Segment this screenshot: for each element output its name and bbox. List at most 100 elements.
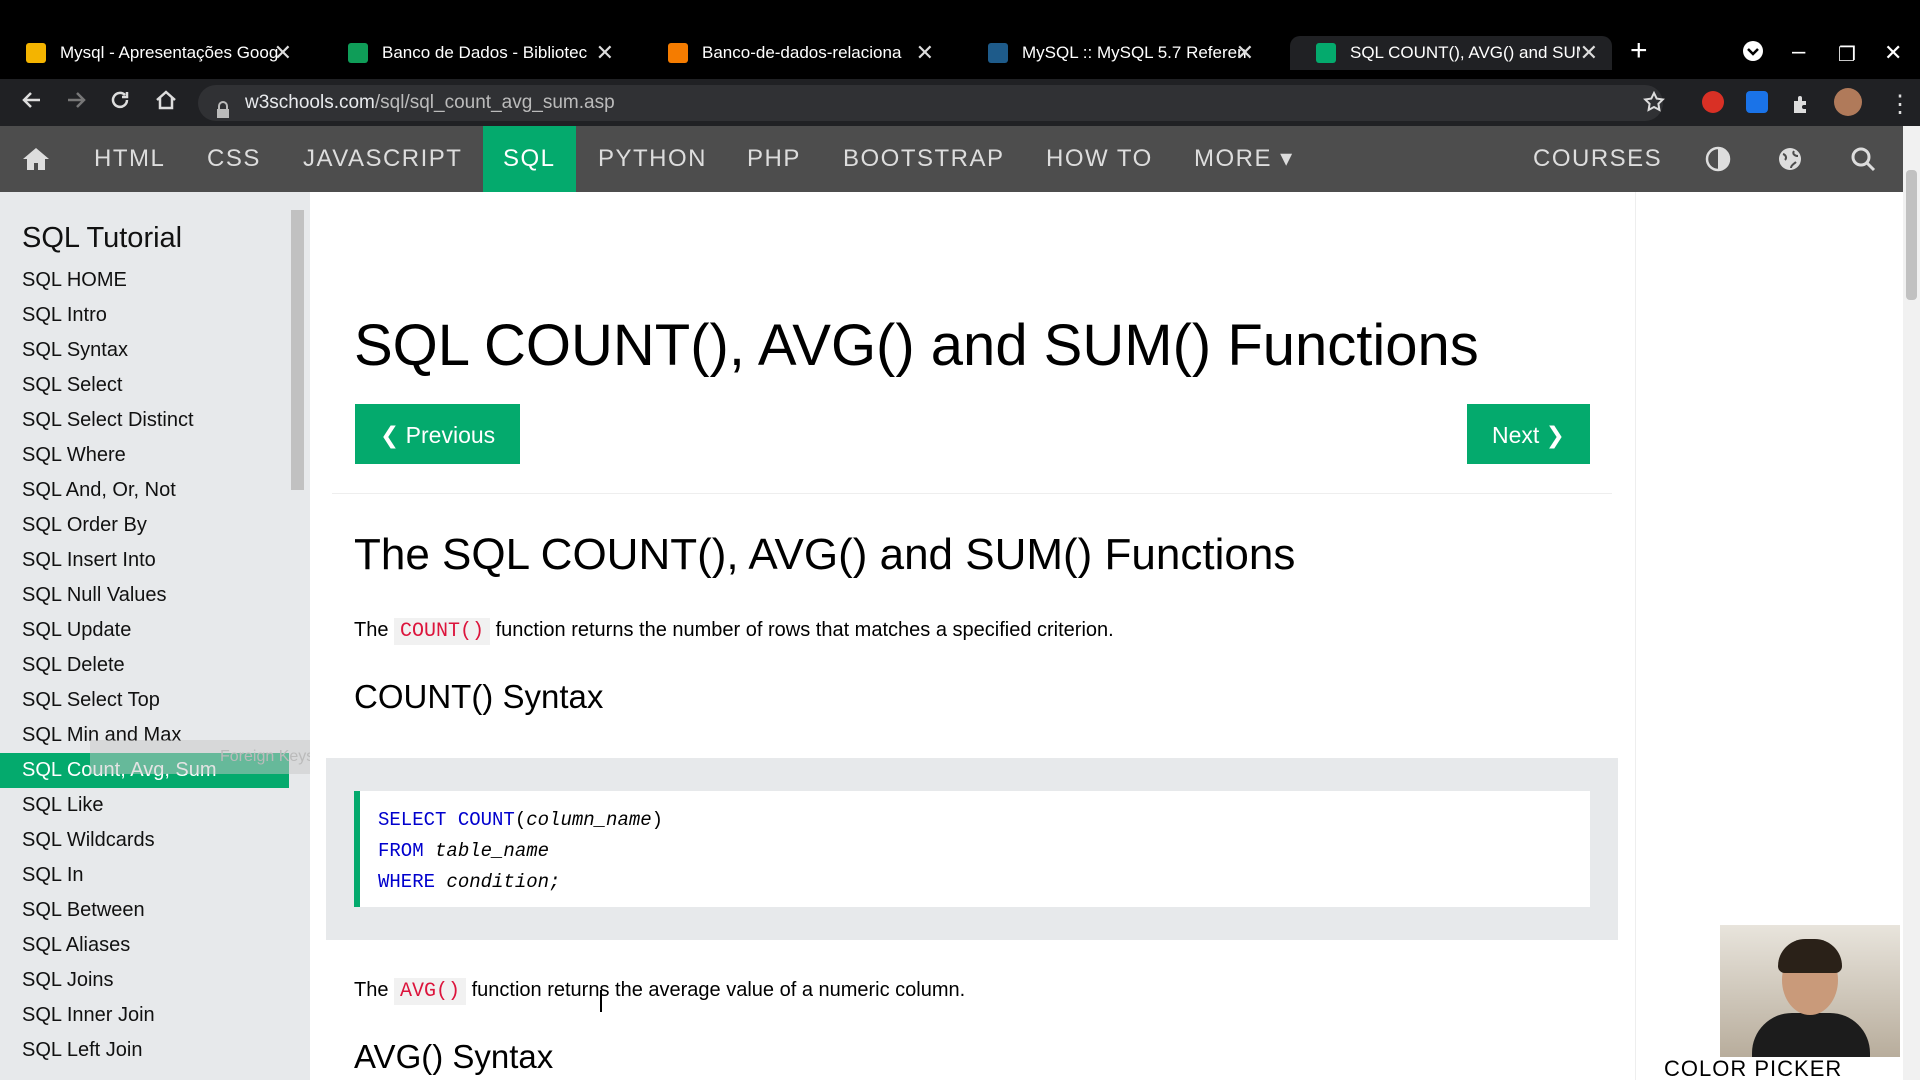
home-icon[interactable] [22, 126, 50, 192]
google-slides-icon [26, 43, 46, 63]
sidebar-item[interactable]: SQL And, Or, Not [0, 473, 289, 508]
restore-icon[interactable]: ❐ [1838, 42, 1856, 67]
sidebar-item[interactable]: SQL Select [0, 368, 289, 403]
home-icon[interactable] [154, 88, 178, 119]
sidebar-item[interactable]: SQL Like [0, 788, 289, 823]
sidebar-item[interactable]: SQL Select Top [0, 683, 289, 718]
sidebar-item[interactable]: SQL Update [0, 613, 289, 648]
sidebar-item[interactable]: SQL In [0, 858, 289, 893]
webcam-overlay [1720, 925, 1900, 1057]
count-fn-code: COUNT() [394, 618, 491, 645]
code-keyword: SELECT COUNT [378, 809, 515, 831]
dark-mode-icon[interactable] [1705, 126, 1731, 192]
bookmark-star-icon[interactable] [1642, 90, 1666, 121]
text-cursor-icon [600, 990, 602, 1012]
avg-fn-code: AVG() [394, 978, 467, 1005]
avg-desc-pre: The [354, 979, 389, 1001]
tab-title: Mysql - Apresentações Goog [60, 43, 279, 62]
browser-tab-slides[interactable]: Mysql - Apresentações Goog ✕ [0, 36, 306, 70]
sidebar-item[interactable]: SQL HOME [0, 263, 289, 298]
avg-desc-post: function returns the average value of a … [471, 979, 966, 1001]
browser-tab-sheets[interactable]: Banco de Dados - Bibliotec ✕ [322, 36, 628, 70]
tab-title: SQL COUNT(), AVG() and SUM [1350, 43, 1580, 62]
google-sheets-icon [348, 43, 368, 63]
sidebar-item[interactable]: SQL Joins [0, 963, 289, 998]
nav-javascript[interactable]: JAVASCRIPT [283, 126, 482, 192]
nav-php[interactable]: PHP [727, 126, 821, 192]
forward-icon[interactable] [64, 88, 88, 119]
code-keyword: FROM [378, 840, 424, 862]
extension-adblock-icon[interactable] [1702, 91, 1724, 113]
sidebar-item[interactable]: SQL Intro [0, 298, 289, 333]
extension-icon[interactable] [1746, 91, 1768, 113]
profile-avatar[interactable] [1834, 88, 1862, 116]
count-syntax-heading: COUNT() Syntax [354, 678, 604, 715]
close-tab-icon[interactable]: ✕ [596, 40, 614, 66]
avg-description: The AVG() function returns the average v… [354, 978, 966, 1005]
nav-html[interactable]: HTML [74, 126, 185, 192]
close-tab-icon[interactable]: ✕ [1236, 40, 1254, 66]
next-button[interactable]: Next ❯ [1467, 404, 1590, 464]
url-path: /sql/sql_count_avg_sum.asp [374, 92, 615, 113]
tab-title: Banco de Dados - Bibliotec [382, 43, 588, 62]
url-text[interactable]: w3schools.com/sql/sql_count_avg_sum.asp [245, 92, 615, 114]
sidebar-item[interactable]: SQL Between [0, 893, 289, 928]
minimize-icon[interactable]: – [1792, 38, 1805, 66]
count-description: The COUNT() function returns the number … [354, 618, 1114, 645]
nav-css[interactable]: CSS [187, 126, 281, 192]
browser-tab-mysql-ref[interactable]: MySQL :: MySQL 5.7 Referen ✕ [962, 36, 1268, 70]
nav-bootstrap[interactable]: BOOTSTRAP [823, 126, 1025, 192]
globe-icon[interactable] [1777, 126, 1803, 192]
close-tab-icon[interactable]: ✕ [1580, 40, 1598, 66]
sidebar-item[interactable]: SQL Aliases [0, 928, 289, 963]
browser-menu-icon[interactable]: ⋮ [1888, 90, 1912, 119]
sidebar-title: SQL Tutorial [22, 222, 183, 254]
mysql-icon [988, 43, 1008, 63]
page-scrollbar-thumb[interactable] [1906, 170, 1917, 300]
person-body [1752, 1013, 1870, 1057]
url-domain: w3schools.com [245, 92, 375, 113]
section-title: The SQL COUNT(), AVG() and SUM() Functio… [354, 530, 1296, 579]
sidebar-item[interactable]: SQL Null Values [0, 578, 289, 613]
sidebar-item[interactable]: SQL Syntax [0, 333, 289, 368]
extensions-puzzle-icon[interactable] [1790, 92, 1812, 123]
nav-python[interactable]: PYTHON [578, 126, 727, 192]
code-block[interactable]: SELECT COUNT(column_name) FROM table_nam… [354, 791, 1590, 907]
sidebar: SQL Tutorial SQL HOME SQL Intro SQL Syntax… [0, 192, 310, 1080]
tab-title: Banco-de-dados-relaciona [702, 43, 902, 62]
code-keyword: WHERE [378, 871, 436, 893]
count-desc-pre: The [354, 619, 389, 641]
page-title: SQL COUNT(), AVG() and SUM() Functions [354, 313, 1479, 378]
back-icon[interactable] [20, 88, 44, 119]
search-icon[interactable] [1850, 126, 1876, 192]
lock-icon[interactable] [216, 95, 230, 126]
avg-syntax-heading: AVG() Syntax [354, 1038, 554, 1075]
browser-tab-w3schools[interactable]: SQL COUNT(), AVG() and SUM ✕ [1290, 36, 1612, 70]
divider [332, 493, 1612, 494]
close-window-icon[interactable]: ✕ [1884, 40, 1902, 66]
new-tab-button[interactable]: + [1630, 34, 1648, 68]
nav-courses[interactable]: COURSES [1513, 126, 1682, 192]
browser-tab-blogger[interactable]: Banco-de-dados-relaciona ✕ [642, 36, 948, 70]
w3schools-icon [1316, 43, 1336, 63]
nav-how-to[interactable]: HOW TO [1026, 126, 1173, 192]
sidebar-item[interactable]: SQL Order By [0, 508, 289, 543]
sidebar-scrollbar[interactable] [291, 210, 304, 490]
previous-button[interactable]: ❮ Previous [355, 404, 521, 464]
sidebar-item[interactable]: SQL Left Join [0, 1033, 289, 1068]
count-desc-post: function returns the number of rows that… [495, 619, 1114, 641]
blogger-icon [668, 43, 688, 63]
reload-icon[interactable] [108, 88, 132, 119]
sidebar-item[interactable]: SQL Wildcards [0, 823, 289, 858]
sidebar-item[interactable]: SQL Insert Into [0, 543, 289, 578]
close-tab-icon[interactable]: ✕ [916, 40, 934, 66]
nav-more[interactable]: MORE ▾ [1174, 126, 1314, 192]
nav-sql[interactable]: SQL [483, 126, 576, 192]
sidebar-item[interactable]: SQL Where [0, 438, 289, 473]
sidebar-item[interactable]: SQL Inner Join [0, 998, 289, 1033]
tab-search-icon[interactable] [1742, 40, 1764, 69]
close-tab-icon[interactable]: ✕ [274, 40, 292, 66]
sidebar-item[interactable]: SQL Select Distinct [0, 403, 289, 438]
sidebar-item[interactable]: SQL Delete [0, 648, 289, 683]
code-argument: column_name [526, 809, 652, 831]
